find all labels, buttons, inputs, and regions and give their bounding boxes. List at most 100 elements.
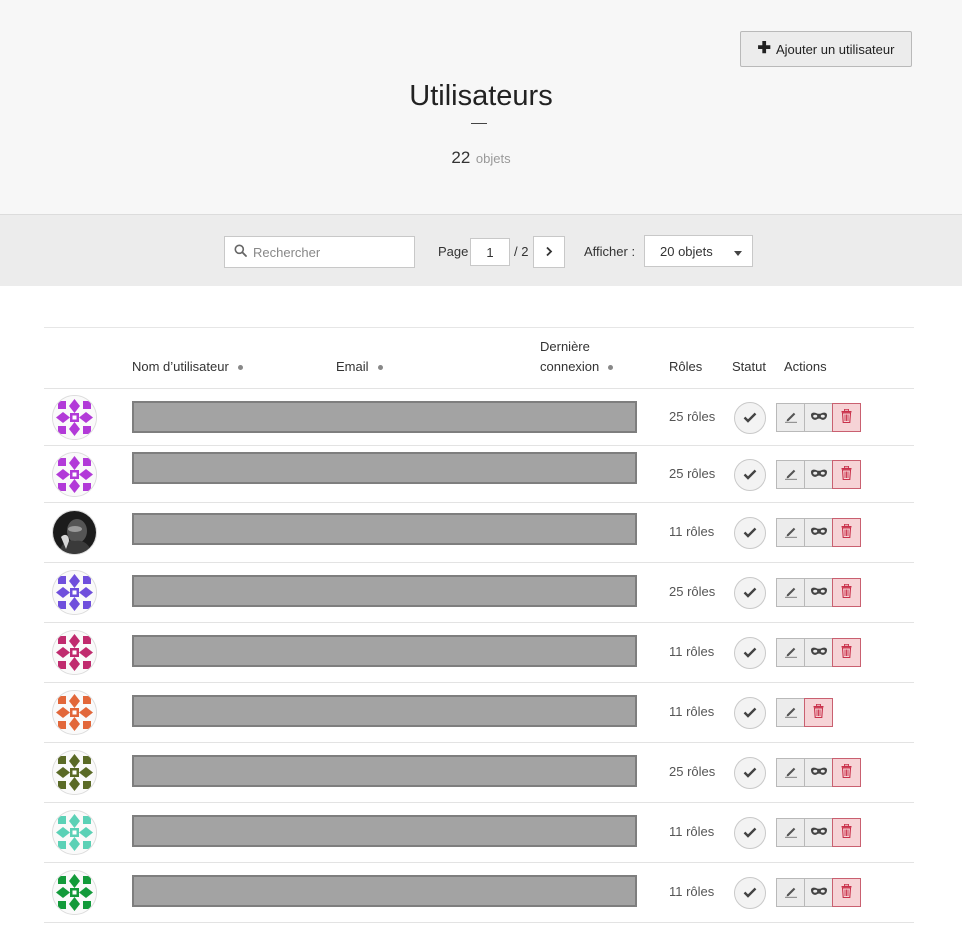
column-last-login-label-1: Dernière	[540, 339, 590, 354]
delete-button[interactable]	[832, 403, 861, 432]
status-toggle[interactable]	[734, 459, 766, 491]
trash-icon	[841, 883, 852, 901]
add-user-label: Ajouter un utilisateur	[775, 41, 895, 57]
delete-button[interactable]	[804, 698, 833, 727]
pencil-icon	[784, 524, 798, 541]
impersonate-button[interactable]	[804, 758, 833, 787]
impersonate-button[interactable]	[804, 518, 833, 547]
page-size-value: 20 objets	[660, 243, 713, 259]
redacted-user-details	[132, 875, 637, 907]
status-toggle[interactable]	[734, 402, 766, 434]
status-toggle[interactable]	[734, 877, 766, 909]
status-toggle[interactable]	[734, 517, 766, 549]
edit-button[interactable]	[776, 403, 805, 432]
column-actions: Actions	[784, 359, 827, 374]
avatar	[52, 630, 97, 675]
table-row: 25 rôles	[44, 563, 914, 623]
check-icon	[743, 706, 757, 721]
status-toggle[interactable]	[734, 637, 766, 669]
trash-icon	[841, 643, 852, 661]
impersonate-button[interactable]	[804, 878, 833, 907]
trash-icon	[813, 703, 824, 721]
list-toolbar: Page / 2 Afficher : 20 objets	[0, 214, 962, 286]
edit-button[interactable]	[776, 518, 805, 547]
impersonate-button[interactable]	[804, 818, 833, 847]
roles-count: 25 rôles	[669, 584, 716, 599]
page-total: / 2	[514, 244, 529, 259]
check-icon	[743, 826, 757, 841]
table-row: 25 rôles	[44, 743, 914, 803]
table-row: 11 rôles	[44, 803, 914, 863]
pencil-icon	[784, 764, 798, 781]
mask-icon	[810, 585, 828, 600]
row-actions	[776, 403, 861, 432]
table-row: 11 rôles	[44, 503, 914, 563]
roles-count: 11 rôles	[669, 524, 715, 539]
column-last-login[interactable]: Dernière connexion	[540, 337, 614, 377]
column-email-label: Email	[336, 359, 369, 374]
edit-button[interactable]	[776, 638, 805, 667]
roles-count: 11 rôles	[669, 644, 715, 659]
chevron-right-icon	[545, 245, 553, 260]
page-size-select[interactable]: 20 objets	[644, 235, 753, 267]
edit-button[interactable]	[776, 878, 805, 907]
pencil-icon	[784, 704, 798, 721]
avatar	[52, 690, 97, 735]
edit-button[interactable]	[776, 460, 805, 489]
search-input[interactable]	[253, 244, 403, 260]
status-toggle[interactable]	[734, 817, 766, 849]
status-toggle[interactable]	[734, 697, 766, 729]
column-email[interactable]: Email	[336, 357, 383, 377]
table-header: Nom d’utilisateur Email Dernière connexi…	[44, 328, 914, 389]
delete-button[interactable]	[832, 758, 861, 787]
row-actions	[776, 878, 861, 907]
search-box[interactable]	[224, 236, 415, 268]
row-actions	[776, 698, 833, 727]
edit-button[interactable]	[776, 578, 805, 607]
delete-button[interactable]	[832, 818, 861, 847]
status-toggle[interactable]	[734, 577, 766, 609]
check-icon	[743, 411, 757, 426]
row-actions	[776, 758, 861, 787]
table-row: 11 rôles	[44, 683, 914, 743]
search-icon	[234, 244, 247, 260]
impersonate-button[interactable]	[804, 638, 833, 667]
edit-button[interactable]	[776, 818, 805, 847]
avatar	[52, 395, 97, 440]
edit-button[interactable]	[776, 758, 805, 787]
next-page-button[interactable]	[533, 236, 565, 268]
impersonate-button[interactable]	[804, 578, 833, 607]
roles-count: 11 rôles	[669, 824, 715, 839]
roles-count: 11 rôles	[669, 704, 715, 719]
sort-icon	[237, 365, 243, 371]
delete-button[interactable]	[832, 578, 861, 607]
delete-button[interactable]	[832, 518, 861, 547]
row-actions	[776, 818, 861, 847]
redacted-user-details	[132, 635, 637, 667]
table-row: 25 rôles	[44, 389, 914, 446]
impersonate-button[interactable]	[804, 403, 833, 432]
add-user-button[interactable]: ✚ Ajouter un utilisateur	[740, 31, 912, 67]
status-toggle[interactable]	[734, 757, 766, 789]
sort-icon	[377, 365, 383, 371]
page-number-input[interactable]	[470, 238, 510, 266]
redacted-user-details	[132, 815, 637, 847]
redacted-user-details	[132, 575, 637, 607]
mask-icon	[810, 645, 828, 660]
avatar	[52, 570, 97, 615]
page-label: Page	[438, 244, 469, 259]
trash-icon	[841, 408, 852, 426]
sort-icon	[608, 365, 614, 371]
column-username[interactable]: Nom d’utilisateur	[132, 357, 243, 377]
delete-button[interactable]	[832, 460, 861, 489]
table-row: 11 rôles	[44, 863, 914, 923]
impersonate-button[interactable]	[804, 460, 833, 489]
edit-button[interactable]	[776, 698, 805, 727]
pencil-icon	[784, 644, 798, 661]
avatar	[52, 870, 97, 915]
avatar	[52, 510, 97, 555]
delete-button[interactable]	[832, 878, 861, 907]
check-icon	[743, 766, 757, 781]
delete-button[interactable]	[832, 638, 861, 667]
page-title: Utilisateurs	[409, 80, 553, 112]
